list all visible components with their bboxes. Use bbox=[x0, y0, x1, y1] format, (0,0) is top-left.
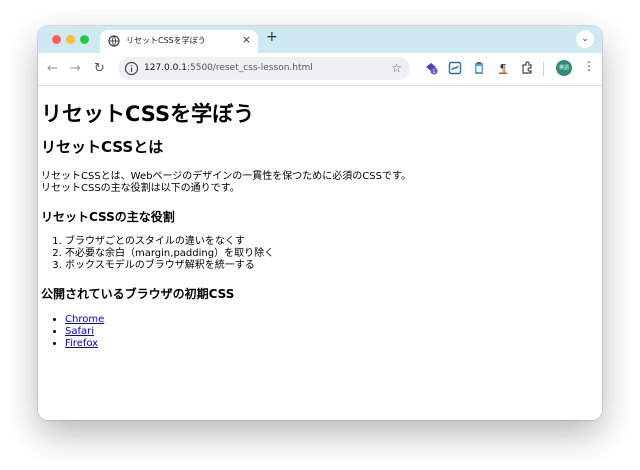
roles-heading: リセットCSSの主な役割 bbox=[41, 210, 175, 224]
globe-icon bbox=[108, 35, 120, 47]
list-item: Chrome bbox=[65, 314, 104, 326]
toolbar-separator bbox=[543, 62, 544, 76]
svg-text:1: 1 bbox=[432, 69, 435, 75]
list-item: 不必要な余白（margin,padding）を取り除く bbox=[65, 248, 274, 260]
tab-search-chevron-icon[interactable]: ⌄ bbox=[576, 30, 594, 48]
link-safari[interactable]: Safari bbox=[65, 326, 94, 337]
site-info-icon[interactable] bbox=[124, 61, 139, 76]
reload-icon[interactable]: ↻ bbox=[94, 61, 105, 77]
list-item: ブラウザごとのスタイルの違いをなくす bbox=[65, 236, 274, 248]
profile-avatar[interactable]: 英語 bbox=[556, 60, 572, 76]
url-host: 127.0.0.1 bbox=[144, 63, 187, 73]
intro-line-1: リセットCSSとは、Webページのデザインの一貫性を保つために必須のCSSです。 bbox=[41, 171, 411, 182]
extensions-puzzle-icon[interactable] bbox=[520, 61, 534, 75]
extension-badge-icon[interactable]: 1 bbox=[424, 61, 438, 75]
page-title: リセットCSSを学ぼう bbox=[41, 102, 255, 126]
list-item: ボックスモデルのブラウザ解釈を統一する bbox=[65, 260, 274, 272]
clipboard-extension-icon[interactable] bbox=[472, 61, 486, 75]
back-arrow-icon[interactable]: ← bbox=[47, 61, 58, 77]
url-path: :5500/reset_css-lesson.html bbox=[186, 63, 313, 73]
more-menu-icon[interactable]: ⋮ bbox=[583, 59, 595, 73]
close-window-button[interactable] bbox=[52, 35, 61, 44]
new-tab-icon[interactable]: + bbox=[266, 29, 278, 45]
link-firefox[interactable]: Firefox bbox=[65, 338, 98, 349]
browser-window: リセットCSSを学ぼう × + ⌄ ← → ↻ 127.0.0.1:5500/r… bbox=[38, 26, 602, 420]
section-heading: リセットCSSとは bbox=[41, 138, 164, 156]
bookmark-star-icon[interactable]: ☆ bbox=[391, 61, 402, 75]
browser-toolbar: ← → ↻ 127.0.0.1:5500/reset_css-lesson.ht… bbox=[38, 53, 602, 86]
browser-links-list: Chrome Safari Firefox bbox=[38, 314, 104, 350]
minimize-window-button[interactable] bbox=[66, 35, 75, 44]
url-text[interactable]: 127.0.0.1:5500/reset_css-lesson.html bbox=[144, 63, 313, 73]
intro-paragraph: リセットCSSとは、Webページのデザインの一貫性を保つために必須のCSSです。… bbox=[41, 171, 411, 195]
page-content: リセットCSSを学ぼう リセットCSSとは リセットCSSとは、Webページのデ… bbox=[38, 86, 602, 420]
zoom-window-button[interactable] bbox=[80, 35, 89, 44]
forward-arrow-icon[interactable]: → bbox=[70, 61, 81, 77]
list-item: Firefox bbox=[65, 338, 104, 350]
address-bar[interactable]: 127.0.0.1:5500/reset_css-lesson.html ☆ bbox=[118, 57, 410, 80]
link-chrome[interactable]: Chrome bbox=[65, 314, 104, 325]
roles-list: ブラウザごとのスタイルの違いをなくす 不必要な余白（margin,padding… bbox=[38, 236, 274, 272]
list-item: Safari bbox=[65, 326, 104, 338]
intro-line-2: リセットCSSの主な役割は以下の通りです。 bbox=[41, 183, 240, 194]
browser-css-heading: 公開されているブラウザの初期CSS bbox=[41, 287, 235, 301]
tab-close-icon[interactable]: × bbox=[242, 33, 251, 46]
tab-title: リセットCSSを学ぼう bbox=[126, 36, 206, 45]
paragraph-extension-icon[interactable]: ¶ bbox=[496, 61, 510, 75]
screenshot-extension-icon[interactable] bbox=[448, 61, 462, 75]
tab-active[interactable]: リセットCSSを学ぼう × bbox=[100, 30, 258, 53]
tab-bar: リセットCSSを学ぼう × + ⌄ bbox=[38, 26, 602, 53]
